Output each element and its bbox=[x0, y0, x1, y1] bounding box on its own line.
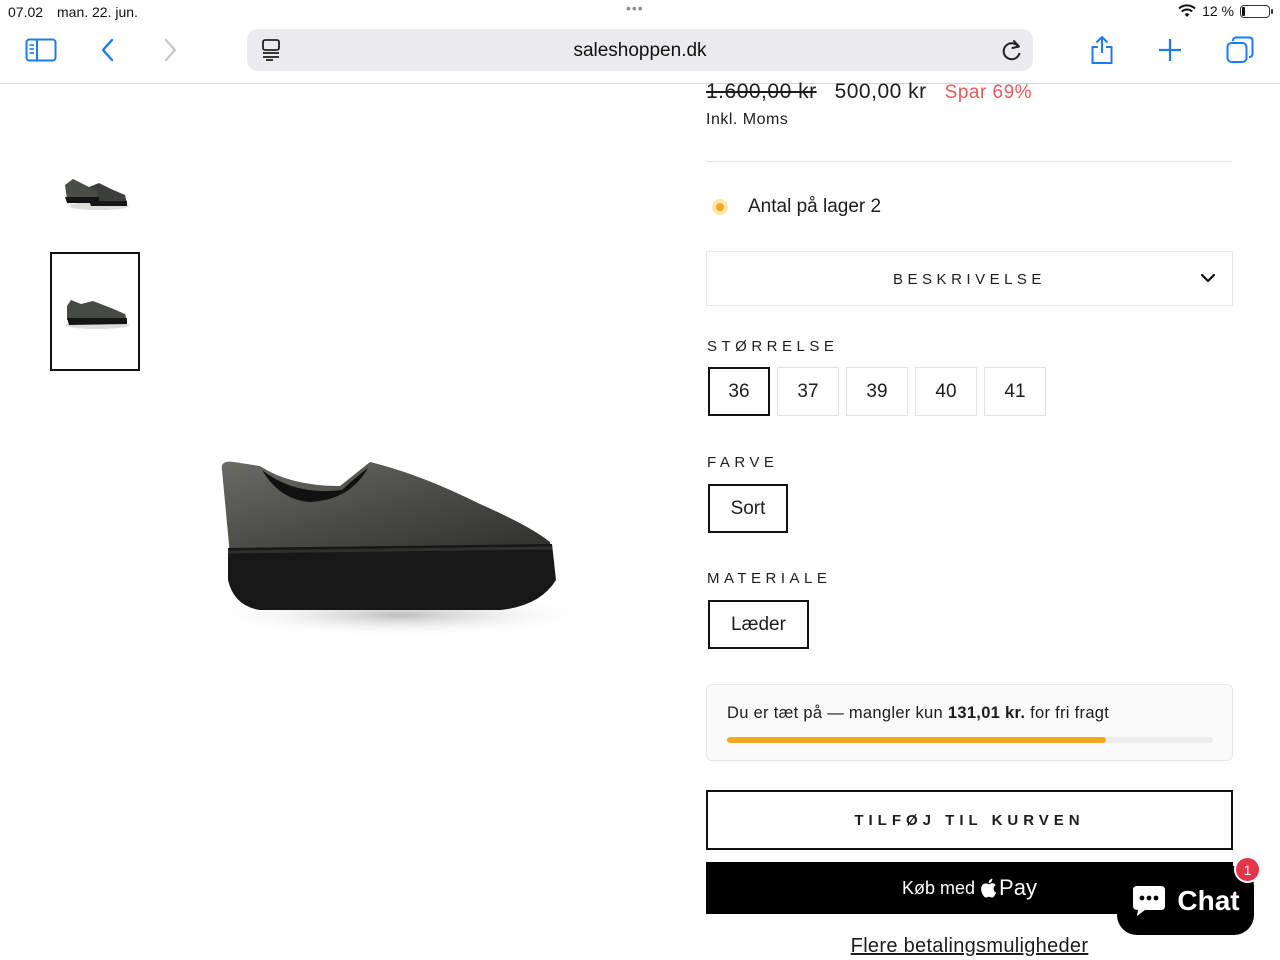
apple-pay-prefix: Køb med bbox=[902, 877, 976, 898]
shoe-thumbnail-image bbox=[65, 178, 129, 210]
color-label: FARVE bbox=[707, 454, 779, 471]
browser-toolbar: saleshoppen.dk bbox=[0, 22, 1280, 84]
size-option-40[interactable]: 40 bbox=[915, 367, 977, 416]
size-option-41[interactable]: 41 bbox=[984, 367, 1046, 416]
price-row: 1.600,00 kr 500,00 kr Spar 69% bbox=[706, 80, 1032, 104]
url-text[interactable]: saleshoppen.dk bbox=[247, 40, 1033, 62]
discount-label: Spar 69% bbox=[944, 82, 1033, 103]
back-icon[interactable] bbox=[90, 34, 126, 66]
chat-bubble-icon bbox=[1133, 885, 1166, 916]
color-option-sort[interactable]: Sort bbox=[708, 484, 788, 533]
status-indicators: 12 % bbox=[1178, 3, 1273, 19]
material-label: MATERIALE bbox=[707, 570, 832, 587]
free-shipping-progress-fill bbox=[727, 737, 1107, 743]
battery-icon bbox=[1240, 4, 1273, 18]
stock-status: Antal på lager 2 bbox=[712, 196, 881, 218]
chevron-down-icon bbox=[1200, 271, 1216, 289]
sidebar-icon[interactable] bbox=[23, 34, 59, 66]
size-label: STØRRELSE bbox=[707, 338, 839, 355]
sale-price: 500,00 kr bbox=[834, 80, 927, 103]
chat-notification-badge: 1 bbox=[1234, 856, 1261, 883]
status-date: man. 22. jun. bbox=[57, 4, 138, 20]
stock-indicator-icon bbox=[712, 199, 728, 215]
multitasking-dots-icon[interactable]: ••• bbox=[626, 0, 644, 16]
free-shipping-progress bbox=[727, 737, 1213, 743]
status-time: 07.02 bbox=[8, 4, 44, 20]
apple-logo-icon bbox=[981, 878, 997, 898]
reload-icon[interactable] bbox=[1001, 38, 1023, 67]
add-to-cart-button[interactable]: TILFØJ TIL KURVEN bbox=[706, 790, 1233, 850]
tax-note: Inkl. Moms bbox=[706, 111, 789, 128]
size-option-39[interactable]: 39 bbox=[846, 367, 908, 416]
description-accordion[interactable]: BESKRIVELSE bbox=[706, 251, 1233, 306]
chat-button[interactable]: Chat bbox=[1117, 866, 1254, 935]
shoe-image bbox=[205, 461, 595, 637]
forward-icon[interactable] bbox=[152, 34, 188, 66]
size-option-37[interactable]: 37 bbox=[777, 367, 839, 416]
address-bar[interactable]: saleshoppen.dk bbox=[247, 29, 1033, 71]
original-price: 1.600,00 kr bbox=[706, 80, 817, 103]
battery-percent: 12 % bbox=[1202, 3, 1234, 19]
chat-label: Chat bbox=[1177, 884, 1240, 916]
apple-pay-word: Pay bbox=[999, 875, 1037, 900]
shoe-thumbnail-image bbox=[65, 299, 129, 329]
share-icon[interactable] bbox=[1084, 34, 1120, 66]
new-tab-icon[interactable] bbox=[1152, 34, 1188, 66]
stock-text: Antal på lager 2 bbox=[748, 196, 882, 217]
product-main-image[interactable] bbox=[200, 430, 600, 660]
divider bbox=[706, 161, 1232, 162]
more-payment-options-link[interactable]: Flere betalingsmuligheder bbox=[706, 935, 1233, 958]
material-option-laeder[interactable]: Læder bbox=[708, 600, 809, 649]
description-label: BESKRIVELSE bbox=[893, 271, 1046, 288]
size-options: 36 37 39 40 41 bbox=[708, 367, 1046, 416]
free-shipping-text: Du er tæt på — mangler kun 131,01 kr. fo… bbox=[727, 704, 1110, 722]
product-thumbnail-1[interactable] bbox=[50, 128, 140, 247]
wifi-icon bbox=[1178, 4, 1196, 17]
status-bar: 07.02 man. 22. jun. ••• 12 % bbox=[0, 0, 1280, 22]
product-thumbnail-2[interactable] bbox=[50, 252, 140, 371]
size-option-36[interactable]: 36 bbox=[708, 367, 770, 416]
remaining-amount: 131,01 kr. bbox=[947, 704, 1026, 722]
free-shipping-notice: Du er tæt på — mangler kun 131,01 kr. fo… bbox=[706, 684, 1233, 761]
tabs-icon[interactable] bbox=[1222, 34, 1258, 66]
